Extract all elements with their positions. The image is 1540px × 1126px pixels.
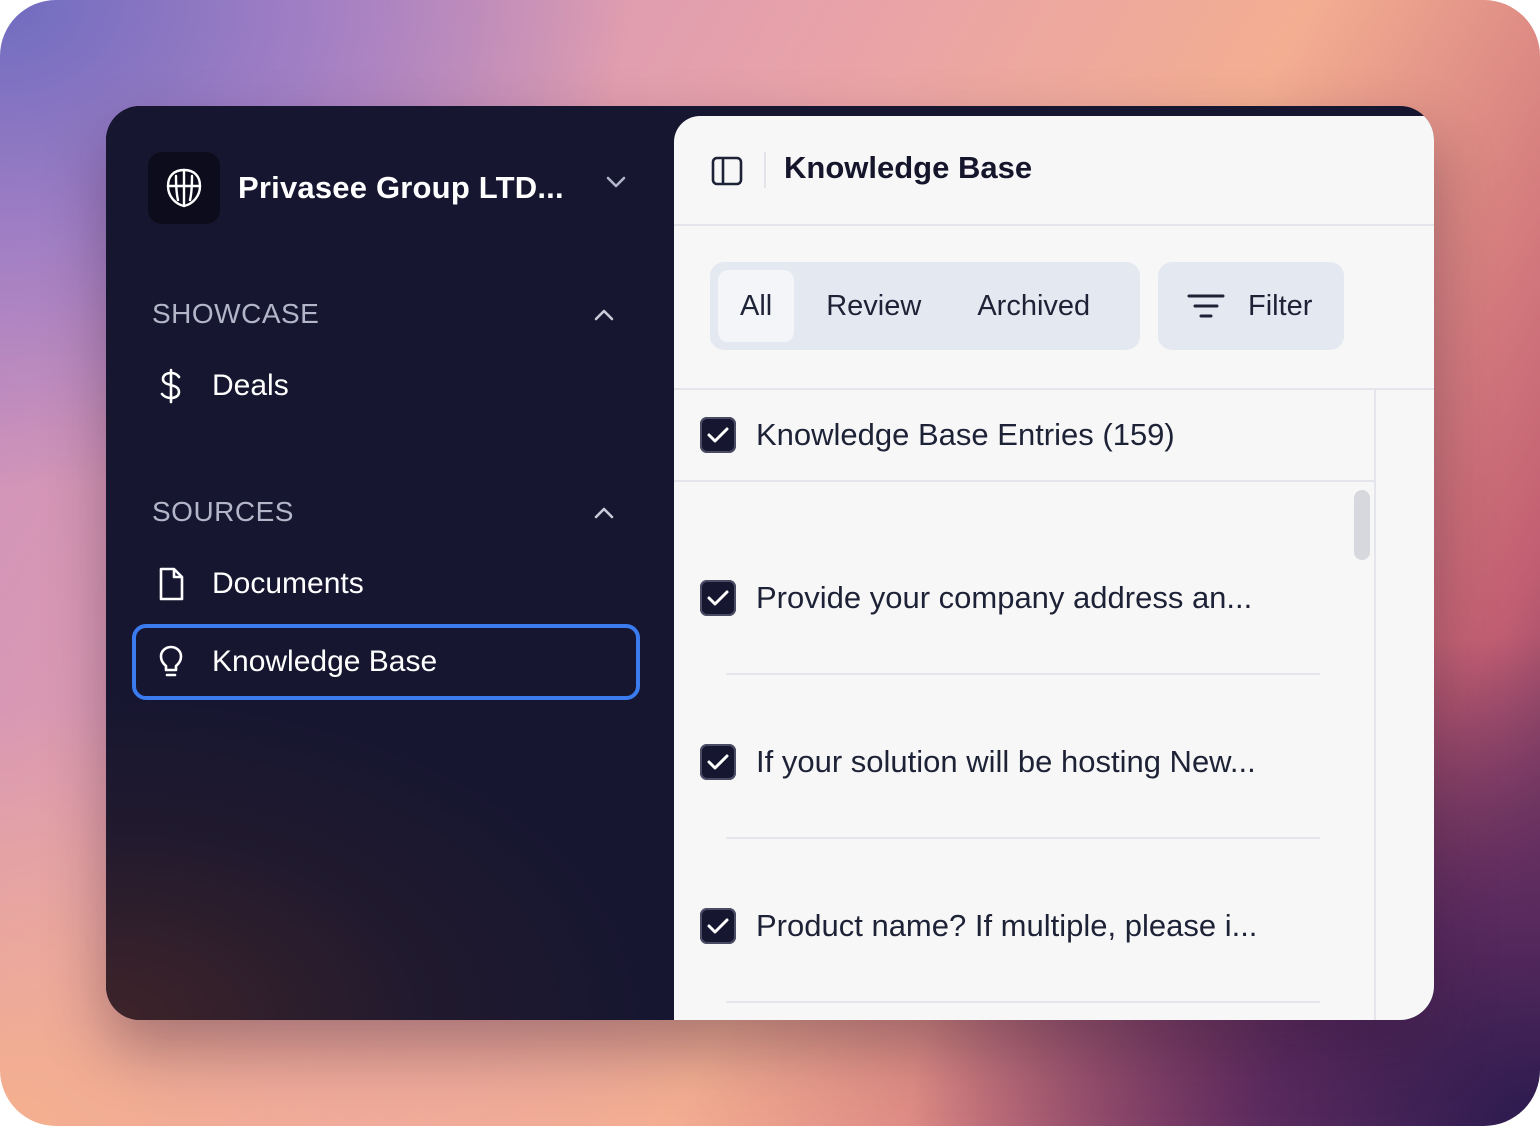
sidebar-item-deals[interactable]: Deals bbox=[132, 348, 640, 424]
chevron-down-icon bbox=[604, 174, 628, 195]
section-title: SOURCES bbox=[152, 496, 294, 527]
top-bar: Knowledge Base bbox=[674, 116, 1434, 226]
entry-question: Product name? If multiple, please i... bbox=[756, 908, 1258, 943]
list-item[interactable]: If your solution will be hosting New... bbox=[700, 727, 1322, 797]
tab-archived[interactable]: Archived bbox=[955, 270, 1112, 342]
filter-label: Filter bbox=[1248, 289, 1313, 322]
page-title: Knowledge Base bbox=[784, 150, 1033, 185]
status-tabs: All Review Archived bbox=[710, 262, 1140, 350]
sidebar-item-label: Knowledge Base bbox=[212, 645, 438, 678]
org-switcher[interactable]: Privasee Group LTD... bbox=[148, 152, 628, 224]
entry-question: If your solution will be hosting New... bbox=[756, 744, 1256, 779]
main-panel: Knowledge Base All Review Archived Filte… bbox=[674, 116, 1434, 1020]
sidebar-toggle-icon[interactable] bbox=[710, 154, 744, 188]
row-divider bbox=[726, 673, 1320, 675]
list-header-label: Knowledge Base Entries (159) bbox=[756, 417, 1175, 452]
chevron-up-icon bbox=[592, 298, 616, 330]
document-icon bbox=[156, 567, 186, 601]
org-logo bbox=[148, 152, 220, 224]
sidebar-item-label: Deals bbox=[212, 369, 289, 402]
list-header: Knowledge Base Entries (159) bbox=[674, 390, 1374, 482]
dollar-icon bbox=[156, 368, 186, 404]
sidebar-item-documents[interactable]: Documents bbox=[132, 546, 640, 622]
app-window: Privasee Group LTD... SHOWCASE Deals SOU… bbox=[106, 106, 1434, 1020]
scrollbar-track bbox=[1374, 390, 1376, 1020]
entries-list: Knowledge Base Entries (159) Provide you… bbox=[674, 388, 1434, 1020]
row-checkbox[interactable] bbox=[700, 580, 736, 616]
entry-question: Provide your company address an... bbox=[756, 580, 1253, 615]
list-item[interactable]: Provide your company address an... bbox=[700, 563, 1322, 633]
section-header-sources[interactable]: SOURCES bbox=[152, 492, 618, 532]
sidebar: Privasee Group LTD... SHOWCASE Deals SOU… bbox=[106, 106, 674, 1020]
row-checkbox[interactable] bbox=[700, 908, 736, 944]
row-checkbox[interactable] bbox=[700, 744, 736, 780]
tab-review[interactable]: Review bbox=[804, 270, 943, 342]
lightbulb-icon bbox=[156, 645, 186, 679]
row-divider bbox=[726, 1001, 1320, 1003]
scrollbar-thumb[interactable] bbox=[1354, 490, 1370, 560]
chevron-up-icon bbox=[592, 496, 616, 528]
row-divider bbox=[726, 837, 1320, 839]
select-all-checkbox[interactable] bbox=[700, 417, 736, 453]
tab-all[interactable]: All bbox=[718, 270, 795, 342]
section-title: SHOWCASE bbox=[152, 298, 320, 329]
filter-icon bbox=[1186, 291, 1226, 321]
list-item[interactable]: Product name? If multiple, please i... bbox=[700, 891, 1322, 961]
sidebar-item-label: Documents bbox=[212, 567, 364, 600]
org-name: Privasee Group LTD... bbox=[238, 170, 564, 205]
filter-button[interactable]: Filter bbox=[1158, 262, 1344, 350]
sidebar-item-knowledge-base[interactable]: Knowledge Base bbox=[132, 624, 640, 700]
section-header-showcase[interactable]: SHOWCASE bbox=[152, 294, 618, 334]
topbar-divider bbox=[764, 152, 766, 188]
